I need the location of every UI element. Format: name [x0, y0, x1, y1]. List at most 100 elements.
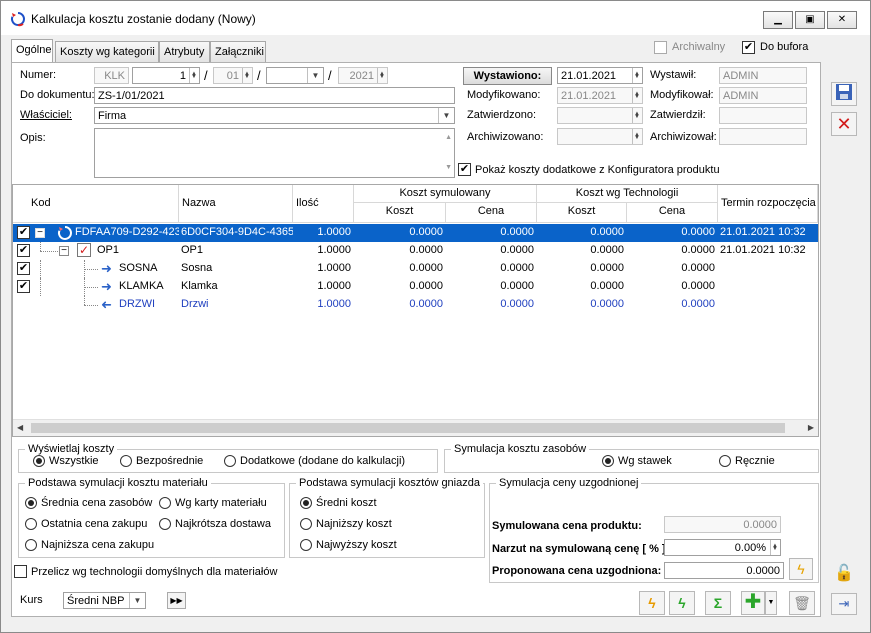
- archiwizowano-field[interactable]: [557, 128, 643, 145]
- row-sym-koszt: 0.0000: [409, 226, 443, 238]
- wg-karty-radio[interactable]: [159, 497, 171, 509]
- tab-ogolne[interactable]: Ogólne: [11, 39, 53, 63]
- save-button[interactable]: [831, 82, 857, 106]
- do-bufora-checkbox[interactable]: ✔: [742, 41, 755, 54]
- numer-month-field[interactable]: 01: [213, 67, 253, 84]
- group-title: Wyświetlaj koszty: [25, 443, 118, 455]
- add-menu-button[interactable]: ▼: [765, 591, 777, 615]
- opis-scroll-up[interactable]: ▲: [445, 131, 452, 145]
- table-row[interactable]: ✔ − ✓ OP1 OP1 1.0000 0.0000 0.0000 0.000…: [13, 242, 818, 260]
- numer-series-select[interactable]: ▼: [266, 67, 324, 84]
- wystawiono-field[interactable]: 21.01.2021: [557, 67, 643, 84]
- proponowana-cena-field[interactable]: 0.0000: [664, 562, 784, 579]
- archiwalny-checkbox[interactable]: [654, 41, 667, 54]
- row-checkbox[interactable]: ✔: [17, 226, 30, 239]
- najnizszy-koszt-label: Najniższy koszt: [316, 518, 392, 530]
- next-button[interactable]: ▶▶: [167, 592, 186, 609]
- narzut-spinner[interactable]: [770, 540, 780, 555]
- pin-button[interactable]: ⇥: [831, 593, 857, 615]
- do-dokumentu-field[interactable]: ZS-1/01/2021: [94, 87, 455, 104]
- pokaz-koszty-checkbox[interactable]: ✔: [458, 163, 471, 176]
- wystawiono-spinner[interactable]: [632, 68, 642, 83]
- row-ilosc: 1.0000: [317, 262, 351, 274]
- table-row[interactable]: ➜ DRZWI Drzwi 1.0000 0.0000 0.0000 0.000…: [13, 296, 818, 314]
- table-row[interactable]: ✔ − FDFAA709-D292-423 6D0CF304-9D4C-4365…: [13, 224, 818, 242]
- scroll-thumb[interactable]: [31, 423, 785, 433]
- dodatkowe-radio[interactable]: [224, 455, 236, 467]
- col-termin-header[interactable]: Termin rozpoczęcia: [718, 185, 818, 223]
- wlasciciel-select[interactable]: Firma ▼: [94, 107, 455, 124]
- horizontal-scrollbar[interactable]: ◀ ▶: [13, 419, 818, 436]
- kurs-select[interactable]: Średni NBP ▼: [63, 592, 146, 609]
- simulate-green-button[interactable]: ϟ: [669, 591, 695, 615]
- tab-atrybuty[interactable]: Atrybuty: [159, 41, 210, 62]
- najkrotsza-dostawa-radio[interactable]: [159, 518, 171, 530]
- recznie-radio[interactable]: [719, 455, 731, 467]
- zatwierdzono-spinner[interactable]: [632, 108, 642, 123]
- cancel-button[interactable]: ✕: [831, 112, 857, 136]
- row-ilosc: 1.0000: [317, 226, 351, 238]
- bezposrednie-radio[interactable]: [120, 455, 132, 467]
- sredni-koszt-radio[interactable]: [300, 497, 312, 509]
- numer-prefix-field[interactable]: KLK: [94, 67, 129, 84]
- calculate-price-button[interactable]: ϟ: [789, 558, 813, 580]
- wg-karty-label: Wg karty materiału: [175, 497, 267, 509]
- wszystkie-radio[interactable]: [33, 455, 45, 467]
- minimize-button[interactable]: ▁: [763, 11, 793, 29]
- tab-koszty-wg-kategorii[interactable]: Koszty wg kategorii: [55, 41, 159, 62]
- numer-year-spinner[interactable]: [377, 68, 387, 83]
- srednia-cena-radio[interactable]: [25, 497, 37, 509]
- col-nazwa-header[interactable]: Nazwa: [179, 185, 293, 223]
- col-kod-header[interactable]: Kod: [13, 185, 179, 223]
- numer-year-field[interactable]: 2021: [338, 67, 388, 84]
- numer-no-field[interactable]: 1: [132, 67, 200, 84]
- wg-stawek-radio[interactable]: [602, 455, 614, 467]
- row-checkbox[interactable]: ✔: [17, 244, 30, 257]
- add-button[interactable]: ✚: [741, 591, 765, 615]
- col-sym-cena-header[interactable]: Cena: [446, 203, 537, 223]
- collapse-toggle[interactable]: −: [35, 228, 45, 238]
- najnizszy-koszt-radio[interactable]: [300, 518, 312, 530]
- col-ilosc-header[interactable]: Ilość: [293, 185, 354, 223]
- opis-scroll-down[interactable]: ▼: [445, 161, 452, 175]
- col-tech-cena-header[interactable]: Cena: [627, 203, 718, 223]
- close-button[interactable]: ✕: [827, 11, 857, 29]
- przelicz-label: Przelicz wg technologii domyślnych dla m…: [31, 566, 278, 578]
- table-row[interactable]: ✔ ➜ KLAMKA Klamka 1.0000 0.0000 0.0000 0…: [13, 278, 818, 296]
- row-checkbox[interactable]: ✔: [17, 280, 30, 293]
- kurs-label: Kurs: [20, 594, 43, 606]
- row-sym-cena: 0.0000: [500, 262, 534, 274]
- zatwierdzil-label: Zatwierdził:: [650, 109, 706, 121]
- wystawiono-button[interactable]: Wystawiono:: [463, 67, 552, 85]
- numer-no-spinner[interactable]: [189, 68, 199, 83]
- collapse-toggle[interactable]: −: [59, 246, 69, 256]
- modyfikowano-value: 21.01.2021: [561, 90, 617, 102]
- col-sym-header[interactable]: Koszt symulowany: [354, 185, 537, 203]
- row-tech-cena: 0.0000: [681, 262, 715, 274]
- narzut-field[interactable]: 0.00%: [664, 539, 781, 556]
- najnizsza-cena-radio[interactable]: [25, 539, 37, 551]
- opis-textarea[interactable]: ▲ ▼: [94, 128, 455, 178]
- col-tech-koszt-header[interactable]: Koszt: [537, 203, 627, 223]
- tab-zalaczniki[interactable]: Załączniki: [210, 41, 266, 62]
- row-sym-cena: 0.0000: [500, 298, 534, 310]
- delete-button[interactable]: 🗑: [789, 591, 815, 615]
- col-sym-koszt-header[interactable]: Koszt: [354, 203, 446, 223]
- numer-month-spinner[interactable]: [242, 68, 252, 83]
- przelicz-checkbox[interactable]: [14, 565, 27, 578]
- sum-button[interactable]: Σ: [705, 591, 731, 615]
- zatwierdzono-field[interactable]: [557, 107, 643, 124]
- modyfikowano-field[interactable]: 21.01.2021: [557, 87, 643, 104]
- maximize-button[interactable]: ▣: [795, 11, 825, 29]
- zatwierdzil-field: [719, 107, 807, 124]
- row-checkbox[interactable]: ✔: [17, 262, 30, 275]
- scroll-left-icon[interactable]: ◀: [17, 423, 23, 432]
- ostatnia-cena-radio[interactable]: [25, 518, 37, 530]
- scroll-right-icon[interactable]: ▶: [808, 423, 814, 432]
- simulate-orange-button[interactable]: ϟ: [639, 591, 665, 615]
- najwyzszy-koszt-radio[interactable]: [300, 539, 312, 551]
- col-tech-header[interactable]: Koszt wg Technologii: [537, 185, 718, 203]
- table-row[interactable]: ✔ ➜ SOSNA Sosna 1.0000 0.0000 0.0000 0.0…: [13, 260, 818, 278]
- modyfikowano-spinner[interactable]: [632, 88, 642, 103]
- archiwizowano-spinner[interactable]: [632, 129, 642, 144]
